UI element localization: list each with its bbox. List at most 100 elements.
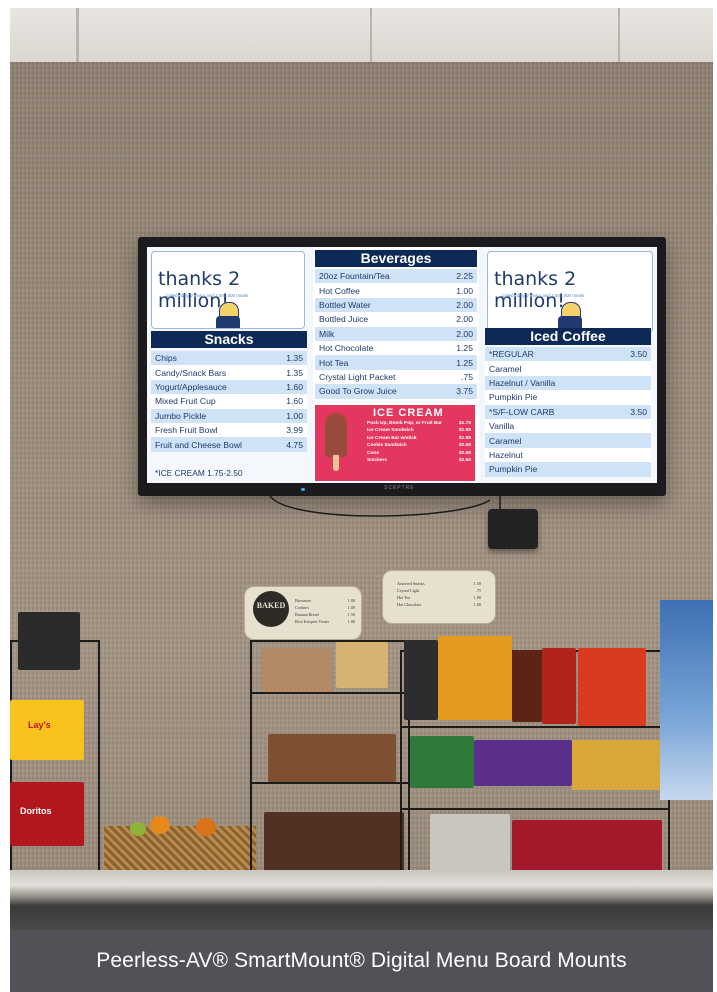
ice-cream-row: Ice Cream Bar w/stick $1.95: [367, 435, 471, 441]
ceiling-grid-line: [618, 8, 620, 70]
baked-goods-pack: [262, 648, 332, 692]
ice-cream-row: Push Up, Bomb Pop, or Fruit Bar $1.75: [367, 421, 471, 426]
sign-row: Banana Bread 1.50: [295, 612, 355, 617]
ice-cream-list: Push Up, Bomb Pop, or Fruit Bar $1.75 Ice…: [367, 420, 471, 464]
menu-row: Hazelnut: [485, 447, 651, 463]
baked-goods-pack: [336, 642, 388, 688]
ceiling: [10, 8, 713, 70]
logo-subtext: Celebrating 2 years and 2,000,000 meals: [166, 293, 249, 298]
menu-row: Vanilla: [485, 418, 651, 434]
snack-bars: [572, 740, 664, 790]
ice-cream-row: Ice Cream Sandwich $1.95: [367, 428, 471, 434]
iced-coffee-column: thanks 2 million! Celebrating 2 years an…: [483, 247, 657, 483]
power-led-icon: [301, 488, 305, 491]
rack-shelf: [402, 726, 668, 728]
snacks-column: thanks 2 million! Celebrating 2 years an…: [147, 247, 311, 483]
candy-bars: [438, 636, 512, 720]
digital-menu-display: thanks 2 million! Celebrating 2 years an…: [138, 237, 666, 496]
snack-packs: [430, 814, 510, 874]
ice-cream-poster: [660, 600, 713, 800]
baked-price-list: Brownies 1.00 Cookies 1.00 Banana Bread 1.5…: [295, 597, 355, 625]
ice-cream-note: *ICE CREAM 1.75-2.50: [155, 468, 243, 478]
logo-subtext: Celebrating 2 years and 2,000,000 meals: [502, 293, 585, 298]
menu-row: Caramel: [485, 433, 651, 448]
sign-row: Hot Chocolate 1.00: [397, 602, 481, 607]
ice-cream-panel: ICE CREAM Push Up, Bomb Pop, or Fruit Ba…: [315, 405, 475, 481]
thanks-logo: thanks 2 million! Celebrating 2 years an…: [151, 251, 305, 329]
media-player-box: [488, 509, 538, 549]
menu-row: Hot Coffee 1.00: [315, 283, 477, 298]
ice-cream-row: Cookie Sandwich $2.00: [367, 443, 471, 449]
ice-cream-heading: ICE CREAM: [373, 407, 444, 419]
rack-shelf: [252, 692, 408, 694]
popsicle-icon: [325, 413, 347, 457]
menu-screen: thanks 2 million! Celebrating 2 years an…: [147, 247, 657, 483]
iced-coffee-heading: Iced Coffee: [485, 328, 651, 345]
menu-row: Milk 2.00: [315, 326, 477, 341]
snack-price-list: Assorted Snacks 1.50 Crystal Light .75 Hot…: [397, 580, 481, 608]
menu-row: Bottled Juice 2.00: [315, 312, 477, 327]
beverages-list: 20oz Fountain/Tea 2.25 Hot Coffee 1.00 Bot…: [315, 269, 477, 399]
menu-row: Hot Chocolate 1.25: [315, 340, 477, 356]
candy-bars: [542, 648, 576, 724]
beverages-column: Beverages 20oz Fountain/Tea 2.25 Hot Coff…: [313, 247, 479, 483]
menu-row: 20oz Fountain/Tea 2.25: [315, 269, 477, 284]
menu-row: Yogurt/Applesauce 1.60: [151, 379, 307, 395]
menu-row: Candy/Snack Bars 1.35: [151, 365, 307, 380]
sign-row: Rice Krispies Treats 1.00: [295, 619, 355, 624]
rack-shelf: [402, 808, 668, 810]
menu-row: *S/F-LOW CARB 3.50: [485, 404, 651, 419]
baked-goods-sign: BAKED Brownies 1.00 Cookies 1.00 Banana Br…: [244, 586, 362, 640]
thanks-logo: thanks 2 million! Celebrating 2 years an…: [487, 251, 653, 333]
snacks-list: Chips 1.35 Candy/Snack Bars 1.35 Yogurt/Ap…: [151, 351, 307, 452]
caption-bar: Peerless-AV® SmartMount® Digital Menu Bo…: [10, 930, 713, 992]
menu-row: *REGULAR 3.50: [485, 347, 651, 362]
ceiling-grid-line: [370, 8, 372, 70]
menu-row: Crystal Light Packet .75: [315, 369, 477, 385]
snack-bars: [410, 736, 474, 788]
photo-scene: thanks 2 million! Celebrating 2 years an…: [0, 0, 717, 992]
candy-bars: [404, 640, 438, 720]
snack-bars: [474, 740, 572, 786]
mascot-body-icon: [216, 316, 240, 328]
sign-row: Cookies 1.00: [295, 605, 355, 610]
orange: [150, 816, 170, 834]
menu-row: Hazelnut / Vanilla: [485, 375, 651, 391]
sign-row: Crystal Light .75: [397, 588, 481, 593]
candy-bars: [512, 650, 542, 722]
candy-bars: [578, 648, 646, 726]
menu-row: Jumbo Pickle 1.00: [151, 408, 307, 423]
menu-row: Pumpkin Pie: [485, 462, 651, 477]
snacks-heading: Snacks: [151, 331, 307, 348]
chip-bag: [18, 612, 80, 670]
popsicle-stick-icon: [333, 455, 339, 471]
chip-bag: Doritos: [10, 782, 84, 846]
menu-row: Bottled Water 2.00: [315, 297, 477, 313]
iced-coffee-list: *REGULAR 3.50 Caramel Hazelnut / Vanilla …: [485, 347, 651, 477]
chip-bag: Lay's: [10, 700, 84, 760]
menu-row: Pumpkin Pie: [485, 390, 651, 405]
menu-row: Caramel: [485, 361, 651, 376]
snack-packs: [512, 820, 662, 876]
counter-edge: [10, 870, 713, 930]
ice-cream-row: Cone $2.00: [367, 450, 471, 456]
menu-row: Good To Grow Juice 3.75: [315, 384, 477, 399]
baked-goods-pack: [268, 734, 396, 782]
menu-row: Chips 1.35: [151, 351, 307, 366]
caption-text: Peerless-AV® SmartMount® Digital Menu Bo…: [96, 949, 627, 972]
menu-row: Hot Tea 1.25: [315, 355, 477, 370]
ceiling-grid-line: [76, 8, 79, 70]
rack-shelf: [252, 782, 408, 784]
beverages-heading: Beverages: [315, 250, 477, 267]
apple: [130, 822, 146, 836]
sign-row: Assorted Snacks 1.50: [397, 581, 481, 586]
menu-row: Fresh Fruit Bowl 3.99: [151, 422, 307, 438]
ice-cream-row: Snickers $2.50: [367, 458, 471, 464]
menu-row: Fruit and Cheese Bowl 4.75: [151, 437, 307, 452]
baked-seal-icon: BAKED: [253, 591, 289, 627]
sign-row: Brownies 1.00: [295, 598, 355, 603]
menu-row: Mixed Fruit Cup 1.60: [151, 394, 307, 409]
tv-brand-logo: SCEPTRE: [384, 485, 415, 491]
orange: [196, 818, 216, 836]
snacks-sign: Assorted Snacks 1.50 Crystal Light .75 Hot…: [382, 570, 496, 624]
